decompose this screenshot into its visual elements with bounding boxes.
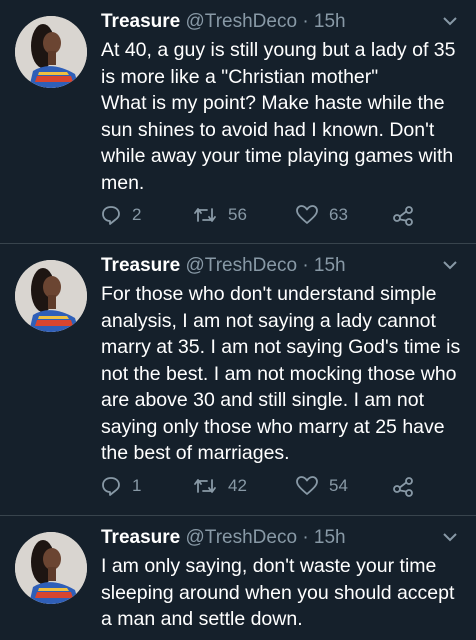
reply-count: 1: [132, 476, 142, 495]
tweet[interactable]: Treasure @TreshDeco · 15h At 40, a guy i…: [0, 0, 476, 244]
author-name[interactable]: Treasure: [101, 255, 180, 276]
tweet-header: Treasure @TreshDeco · 15h: [101, 10, 346, 34]
separator-dot: ·: [302, 527, 309, 548]
heart-icon: [296, 205, 318, 224]
author-name[interactable]: Treasure: [101, 11, 180, 32]
timestamp[interactable]: 15h: [314, 527, 346, 548]
author-handle[interactable]: @TreshDeco: [186, 527, 298, 548]
share-button[interactable]: [392, 203, 414, 227]
chevron-down-icon[interactable]: [442, 530, 458, 542]
retweet-button[interactable]: 42: [192, 474, 247, 498]
reply-button[interactable]: 1: [100, 474, 141, 498]
like-button[interactable]: 54: [295, 474, 348, 498]
timestamp[interactable]: 15h: [314, 11, 346, 32]
avatar[interactable]: [15, 260, 87, 332]
reply-count: 2: [132, 205, 142, 224]
avatar[interactable]: [15, 16, 87, 88]
author-handle[interactable]: @TreshDeco: [186, 11, 298, 32]
tweet-actions: 2 56 63: [100, 203, 440, 227]
share-icon: [393, 206, 413, 226]
separator-dot: ·: [302, 255, 309, 276]
timeline: Treasure @TreshDeco · 15h At 40, a guy i…: [0, 0, 476, 640]
tweet-text: I am only saying, don't waste your time …: [101, 555, 455, 630]
tweet-header: Treasure @TreshDeco · 15h: [101, 526, 346, 550]
tweet-header: Treasure @TreshDeco · 15h: [101, 254, 346, 278]
retweet-count: 42: [228, 476, 247, 495]
like-button[interactable]: 63: [295, 203, 348, 227]
reply-icon: [102, 477, 120, 496]
reply-button[interactable]: 2: [100, 203, 141, 227]
tweet-text: For those who don't understand simple an…: [101, 283, 461, 464]
chevron-down-icon[interactable]: [442, 258, 458, 270]
separator-dot: ·: [302, 11, 309, 32]
tweet[interactable]: Treasure @TreshDeco · 15h I am only sayi…: [0, 516, 476, 640]
chevron-down-icon[interactable]: [442, 14, 458, 26]
share-button[interactable]: [392, 474, 414, 498]
tweet[interactable]: Treasure @TreshDeco · 15h For those who …: [0, 244, 476, 516]
reply-icon: [102, 206, 120, 225]
author-name[interactable]: Treasure: [101, 527, 180, 548]
share-icon: [393, 477, 413, 497]
retweet-count: 56: [228, 205, 247, 224]
retweet-icon: [194, 479, 216, 493]
like-count: 63: [329, 205, 348, 224]
like-count: 54: [329, 476, 348, 495]
avatar[interactable]: [15, 532, 87, 604]
tweet-text: At 40, a guy is still young but a lady o…: [101, 39, 456, 194]
retweet-button[interactable]: 56: [192, 203, 247, 227]
tweet-actions: 1 42 54: [100, 474, 440, 498]
timestamp[interactable]: 15h: [314, 255, 346, 276]
heart-icon: [296, 476, 318, 495]
retweet-icon: [194, 208, 216, 222]
author-handle[interactable]: @TreshDeco: [186, 255, 298, 276]
